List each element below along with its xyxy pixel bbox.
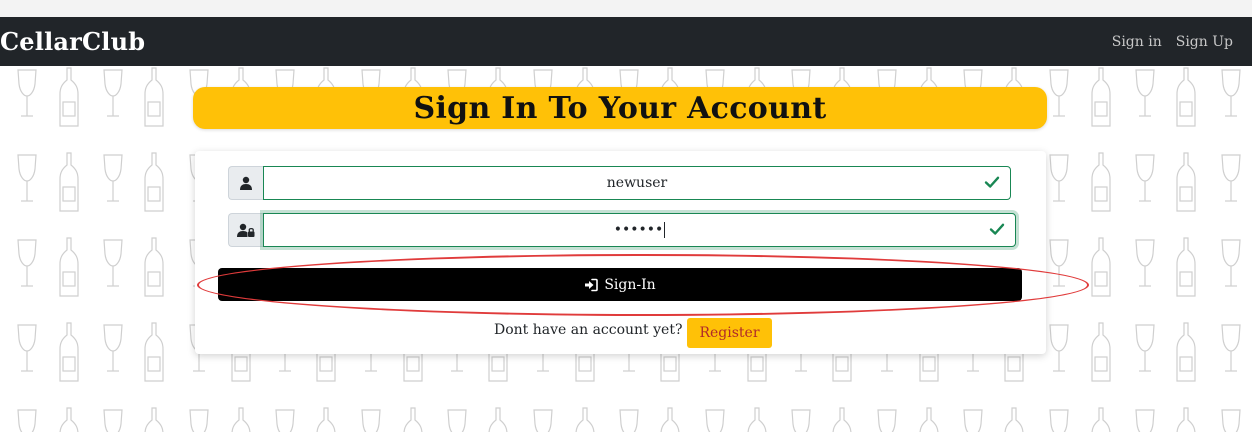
sign-in-button[interactable]: Sign-In bbox=[218, 268, 1022, 301]
password-group: •••••• bbox=[228, 213, 1016, 247]
nav-signin-link[interactable]: Sign in bbox=[1112, 34, 1162, 50]
username-value: newuser bbox=[606, 175, 668, 191]
register-prompt: Dont have an account yet? Register bbox=[494, 318, 772, 348]
password-addon bbox=[228, 213, 263, 247]
navbar: CellarClub Sign in Sign Up bbox=[0, 17, 1252, 66]
text-caret bbox=[664, 222, 666, 238]
check-icon bbox=[984, 176, 1000, 188]
register-prompt-text: Dont have an account yet? bbox=[494, 322, 683, 338]
sign-in-label: Sign-In bbox=[604, 276, 656, 293]
browser-top-strip bbox=[0, 0, 1252, 17]
password-value: •••••• bbox=[613, 222, 666, 238]
brand-logo[interactable]: CellarClub bbox=[0, 27, 145, 56]
check-icon bbox=[989, 223, 1005, 235]
username-addon bbox=[228, 166, 263, 200]
username-input[interactable]: newuser bbox=[263, 166, 1011, 200]
nav-signup-link[interactable]: Sign Up bbox=[1176, 34, 1233, 50]
password-input[interactable]: •••••• bbox=[263, 213, 1016, 247]
page-title: Sign In To Your Account bbox=[413, 90, 827, 126]
username-group: newuser bbox=[228, 166, 1011, 200]
user-icon bbox=[240, 176, 252, 190]
sign-in-icon bbox=[585, 278, 599, 291]
title-banner: Sign In To Your Account bbox=[193, 87, 1047, 129]
nav-links: Sign in Sign Up bbox=[1112, 34, 1233, 50]
register-button[interactable]: Register bbox=[687, 318, 772, 348]
user-lock-icon bbox=[237, 223, 255, 237]
